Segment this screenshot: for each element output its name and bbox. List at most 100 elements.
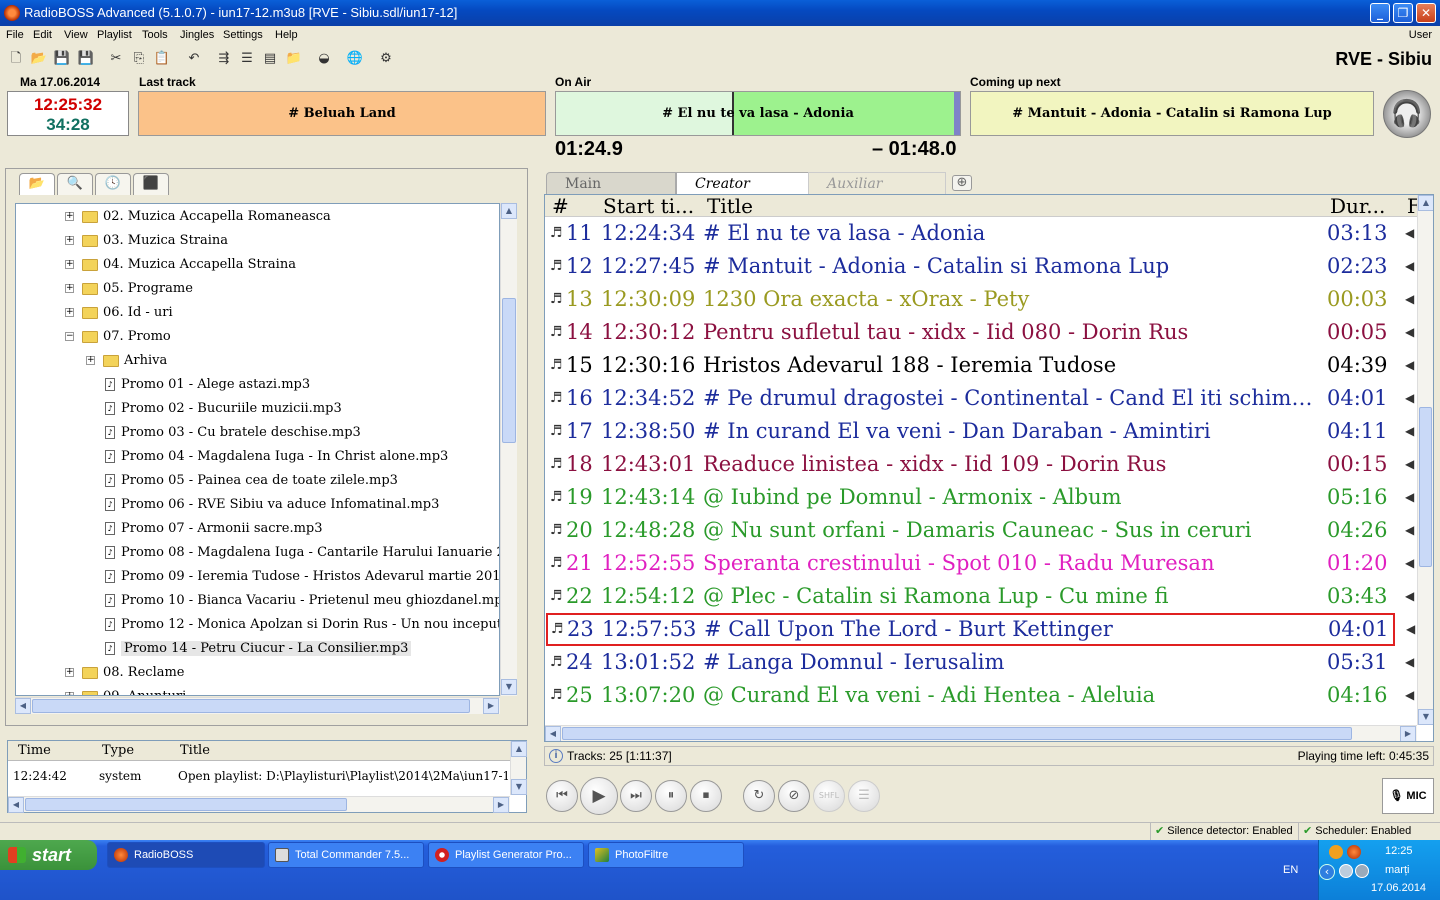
tab-creator[interactable]: Creator: [676, 172, 818, 194]
menu-edit[interactable]: Edit: [33, 29, 52, 41]
settings-gear-icon[interactable]: ⚙: [377, 50, 395, 68]
expand-toggle-icon[interactable]: +: [65, 668, 74, 677]
tree-folder[interactable]: +03. Muzica Straina: [65, 229, 228, 253]
tab-cart[interactable]: ⬛: [133, 173, 169, 195]
playlist-row[interactable]: ♬ 16 12:34:52 # Pe drumul dragostei - Conti…: [545, 382, 1417, 415]
log-scroll-right[interactable]: ▶: [493, 797, 509, 813]
col-number[interactable]: #: [552, 195, 569, 217]
headphones-icon[interactable]: 🎧: [1383, 90, 1431, 138]
minimize-button[interactable]: _: [1370, 3, 1390, 23]
tab-main[interactable]: Main: [546, 172, 676, 194]
insert-list-icon[interactable]: ☰: [238, 50, 256, 68]
log-col-type[interactable]: Type: [102, 743, 134, 758]
tree-file[interactable]: ♪ Promo 02 - Bucuriile muzicii.mp3: [105, 397, 342, 421]
save-icon[interactable]: 💾: [53, 50, 71, 68]
add-tab-icon[interactable]: ⊕: [952, 175, 972, 191]
playlist-row[interactable]: ♬ 25 13:07:20 @ Curand El va veni - Adi Hen…: [545, 679, 1417, 712]
tree-file[interactable]: ♪ Promo 05 - Painea cea de toate zilele.m…: [105, 469, 398, 493]
pause-button[interactable]: ⏸: [655, 780, 687, 812]
radioboss-app-icon[interactable]: [4, 5, 20, 21]
scroll-up-button[interactable]: ▲: [501, 203, 517, 219]
tree-folder[interactable]: +08. Reclame: [65, 661, 185, 685]
menu-view[interactable]: View: [64, 29, 88, 41]
menu-help[interactable]: Help: [275, 29, 298, 41]
tray-expand-chevron-icon[interactable]: ‹: [1319, 864, 1335, 880]
playlist-mode-button[interactable]: ☰: [848, 780, 880, 812]
playlist-row[interactable]: ♬ 11 12:24:34 # El nu te va lasa - Adonia 03…: [545, 217, 1417, 250]
tree-file[interactable]: ♪ Promo 04 - Magdalena Iuga - In Christ a…: [105, 445, 448, 469]
silence-detector-status[interactable]: ✔ Silence detector: Enabled: [1150, 823, 1294, 841]
pl-scroll-right[interactable]: ▶: [1400, 726, 1416, 741]
log-col-title[interactable]: Title: [180, 743, 210, 758]
scroll-down-button[interactable]: ▼: [501, 679, 517, 695]
expand-toggle-icon[interactable]: −: [65, 332, 74, 341]
tray-radioboss-icon[interactable]: [1347, 845, 1361, 859]
log-vertical-scrollbar[interactable]: ▲ ▼: [510, 741, 527, 795]
copy-icon[interactable]: ⎘: [130, 50, 148, 68]
tree-file[interactable]: ♪ Promo 12 - Monica Apolzan si Dorin Rus …: [105, 613, 499, 637]
next-button[interactable]: ⏭: [620, 780, 652, 812]
expand-toggle-icon[interactable]: +: [65, 212, 74, 221]
log-scroll-left[interactable]: ◀: [8, 797, 24, 813]
playlist-row[interactable]: ♬ 20 12:48:28 @ Nu sunt orfani - Damaris Ca…: [545, 514, 1417, 547]
tree-file[interactable]: ♪ Promo 09 - Ieremia Tudose - Hristos Ade…: [105, 565, 499, 589]
tray-volume-icon[interactable]: [1355, 864, 1369, 878]
scroll-right-button[interactable]: ▶: [483, 698, 499, 714]
tree-file[interactable]: ♪ Promo 03 - Cu bratele deschise.mp3: [105, 421, 361, 445]
loop-button[interactable]: ↻: [743, 780, 775, 812]
save-as-icon[interactable]: 💾: [77, 50, 95, 68]
playlist-row[interactable]: ♬ 14 12:30:12 Pentru sufletul tau - xidx - …: [545, 316, 1417, 349]
insert-multiple-icon[interactable]: ▤: [261, 50, 279, 68]
playlist-row[interactable]: ♬ 22 12:54:12 @ Plec - Catalin si Ramona Lu…: [545, 580, 1417, 613]
open-folder-icon[interactable]: 📂: [30, 50, 48, 68]
expand-toggle-icon[interactable]: +: [86, 356, 95, 365]
menu-tools[interactable]: Tools: [142, 29, 168, 41]
tree-horizontal-scrollbar[interactable]: ◀ ▶: [15, 697, 500, 714]
tree-vertical-scrollbar[interactable]: ▲ ▼: [500, 203, 517, 696]
insert-folder-icon[interactable]: 📁: [285, 50, 303, 68]
tab-folders[interactable]: 📂: [19, 173, 55, 195]
globe-icon[interactable]: 🌐: [346, 50, 364, 68]
tray-app-icon[interactable]: [1329, 845, 1343, 859]
scroll-left-button[interactable]: ◀: [15, 698, 31, 714]
language-indicator[interactable]: EN: [1283, 864, 1298, 876]
previous-button[interactable]: ⏮: [546, 780, 578, 812]
play-button[interactable]: ▶: [580, 777, 618, 815]
taskbar-item-photofiltre[interactable]: PhotoFiltre: [588, 842, 744, 868]
hscroll-thumb[interactable]: [32, 699, 470, 713]
tree-folder[interactable]: − 07. Promo: [65, 325, 171, 349]
log-horizontal-scrollbar[interactable]: ◀ ▶: [8, 796, 510, 813]
new-file-icon[interactable]: 🗋: [7, 50, 25, 68]
playlist-row[interactable]: ♬ 12 12:27:45 # Mantuit - Adonia - Catalin …: [545, 250, 1417, 283]
tree-folder[interactable]: +05. Programe: [65, 277, 193, 301]
taskbar-item-playlist-generator[interactable]: Playlist Generator Pro...: [428, 842, 584, 868]
log-hscroll-thumb[interactable]: [25, 798, 347, 811]
tree-file[interactable]: ♪ Promo 14 - Petru Ciucur - La Consilier.…: [105, 637, 412, 661]
menu-file[interactable]: File: [6, 29, 24, 41]
tree-file[interactable]: ♪ Promo 01 - Alege astazi.mp3: [105, 373, 310, 397]
pl-hscroll-thumb[interactable]: [562, 727, 1352, 740]
cut-icon[interactable]: ✂: [107, 50, 125, 68]
playlist-row[interactable]: ♬ 19 12:43:14 @ Iubind pe Domnul - Armonix …: [545, 481, 1417, 514]
scheduler-status[interactable]: ✔ Scheduler: Enabled: [1298, 823, 1438, 841]
taskbar-item-total-commander[interactable]: Total Commander 7.5...: [268, 842, 424, 868]
log-scroll-down[interactable]: ▼: [511, 779, 527, 795]
menu-settings[interactable]: Settings: [223, 29, 263, 41]
stop-button[interactable]: ⏹: [690, 780, 722, 812]
tree-file[interactable]: ♪ Promo 10 - Bianca Vacariu - Prietenul m…: [105, 589, 499, 613]
expand-toggle-icon[interactable]: +: [65, 260, 74, 269]
tray-time[interactable]: 12:25: [1385, 845, 1413, 857]
menu-playlist[interactable]: Playlist: [97, 29, 132, 41]
col-start-time[interactable]: Start ti...: [603, 195, 694, 217]
playlist-row[interactable]: ♬ 24 13:01:52 # Langa Domnul - Ierusalim 05:…: [545, 646, 1417, 679]
tab-history[interactable]: 🕓: [95, 173, 131, 195]
tray-clock-icon[interactable]: [1339, 864, 1353, 878]
playlist-row[interactable]: ♬ 23 12:57:53 # Call Upon The Lord - Burt K…: [546, 613, 1415, 646]
expand-toggle-icon[interactable]: +: [65, 308, 74, 317]
tab-search[interactable]: 🔍: [57, 173, 93, 195]
log-scroll-up[interactable]: ▲: [511, 741, 527, 757]
expand-toggle-icon[interactable]: +: [65, 236, 74, 245]
menu-jingles[interactable]: Jingles: [180, 29, 214, 41]
tree-folder[interactable]: +06. Id - uri: [65, 301, 173, 325]
start-button[interactable]: start: [0, 840, 97, 870]
